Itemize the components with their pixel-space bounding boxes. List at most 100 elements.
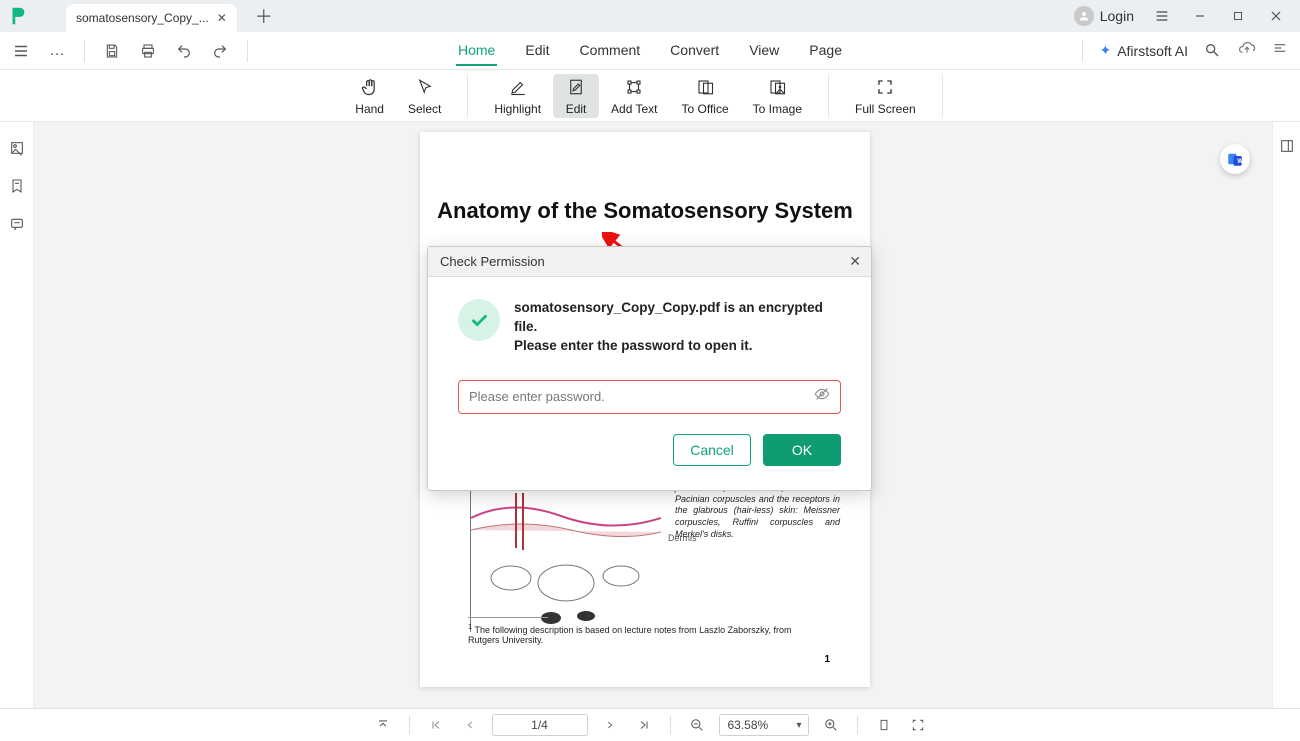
tool-highlight-label: Highlight <box>494 102 541 116</box>
separator <box>84 40 85 62</box>
highlight-icon <box>507 76 529 98</box>
zoom-out-icon[interactable] <box>685 713 709 737</box>
zoom-in-icon[interactable] <box>819 713 843 737</box>
document-footnote: 1 The following description is based on … <box>468 617 822 645</box>
tool-full-screen-label: Full Screen <box>855 102 916 116</box>
prev-page-icon[interactable] <box>458 713 482 737</box>
tool-to-image-label: To Image <box>753 102 802 116</box>
tool-full-screen[interactable]: Full Screen <box>843 74 928 118</box>
password-input[interactable] <box>469 389 814 404</box>
tool-add-text-label: Add Text <box>611 102 657 116</box>
separator <box>942 75 943 117</box>
dialog-close-icon[interactable]: ✕ <box>849 253 861 270</box>
thumbnails-icon[interactable] <box>7 138 27 158</box>
chevron-down-icon: ▾ <box>796 720 801 731</box>
to-office-icon <box>694 76 716 98</box>
dialog-line2: Please enter the password to open it. <box>514 337 841 356</box>
new-tab-button[interactable]: ＋ <box>255 3 273 29</box>
menu-convert[interactable]: Convert <box>668 36 721 66</box>
menu-comment[interactable]: Comment <box>577 36 642 66</box>
statusbar: 1/4 63.58% ▾ <box>0 708 1300 741</box>
app-logo <box>0 0 36 32</box>
scroll-top-icon[interactable] <box>371 713 395 737</box>
tool-hand[interactable]: Hand <box>343 74 396 118</box>
tool-edit-label: Edit <box>566 102 587 116</box>
edit-page-icon <box>565 76 587 98</box>
panel-collapse-icon[interactable] <box>1279 138 1295 159</box>
toggle-password-visibility-icon[interactable] <box>814 386 830 407</box>
convert-to-word-badge[interactable]: W <box>1220 144 1250 174</box>
bookmark-icon[interactable] <box>7 176 27 196</box>
check-permission-dialog: Check Permission ✕ somatosensory_Copy_Co… <box>427 246 872 491</box>
cancel-button[interactable]: Cancel <box>673 434 751 466</box>
footnote-text: The following description is based on le… <box>468 625 792 645</box>
toolbar: Hand Select Highlight Edit Add Text To O… <box>0 70 1300 122</box>
separator <box>828 75 829 117</box>
add-text-icon <box>623 76 645 98</box>
avatar-icon <box>1074 6 1094 26</box>
document-tab[interactable]: somatosensory_Copy_... ✕ <box>66 4 237 32</box>
close-tab-icon[interactable]: ✕ <box>217 11 227 25</box>
document-title: Anatomy of the Somatosensory System <box>420 198 870 224</box>
document-page-number: 1 <box>824 654 830 665</box>
ai-button[interactable]: ✦ Afirstsoft AI <box>1099 42 1188 59</box>
check-icon <box>458 299 500 341</box>
print-icon[interactable] <box>135 38 161 64</box>
zoom-value: 63.58% <box>728 718 769 732</box>
fullscreen-icon <box>874 76 896 98</box>
maximize-icon[interactable] <box>1228 6 1248 26</box>
ok-button[interactable]: OK <box>763 434 841 466</box>
right-rail <box>1272 122 1300 708</box>
login-label: Login <box>1100 8 1134 24</box>
redo-icon[interactable] <box>207 38 233 64</box>
titlebar: somatosensory_Copy_... ✕ ＋ Login <box>0 0 1300 32</box>
save-icon[interactable] <box>99 38 125 64</box>
hamburger-icon[interactable] <box>1152 6 1172 26</box>
zoom-level[interactable]: 63.58% ▾ <box>719 714 809 736</box>
menu-icon[interactable] <box>8 38 34 64</box>
sparkle-icon: ✦ <box>1099 42 1111 59</box>
tool-to-image[interactable]: To Image <box>741 74 814 118</box>
dialog-title: Check Permission <box>440 254 545 269</box>
close-window-icon[interactable] <box>1266 6 1286 26</box>
next-page-icon[interactable] <box>598 713 622 737</box>
undo-icon[interactable] <box>171 38 197 64</box>
tool-to-office-label: To Office <box>682 102 729 116</box>
tool-select-label: Select <box>408 102 441 116</box>
tool-select[interactable]: Select <box>396 74 453 118</box>
tool-to-office[interactable]: To Office <box>670 74 741 118</box>
comments-icon[interactable] <box>7 214 27 234</box>
minimize-icon[interactable] <box>1190 6 1210 26</box>
password-field[interactable] <box>458 380 841 414</box>
more-icon[interactable]: … <box>44 38 70 64</box>
menu-home[interactable]: Home <box>456 36 497 66</box>
cursor-icon <box>414 76 436 98</box>
svg-text:W: W <box>1237 159 1243 165</box>
page-indicator[interactable]: 1/4 <box>492 714 588 736</box>
tool-hand-label: Hand <box>355 102 384 116</box>
left-rail <box>0 122 34 708</box>
menubar: … Home Edit Comment Convert View Page ✦ … <box>0 32 1300 70</box>
cloud-upload-icon[interactable] <box>1238 39 1256 62</box>
ai-label: Afirstsoft AI <box>1117 43 1188 59</box>
to-image-icon <box>766 76 788 98</box>
tool-highlight[interactable]: Highlight <box>482 74 553 118</box>
search-icon[interactable] <box>1204 42 1222 60</box>
last-page-icon[interactable] <box>632 713 656 737</box>
login-button[interactable]: Login <box>1074 6 1134 26</box>
hand-icon <box>359 76 381 98</box>
menu-edit[interactable]: Edit <box>523 36 551 66</box>
fit-width-icon[interactable] <box>906 713 930 737</box>
menu-page[interactable]: Page <box>807 36 844 66</box>
fit-page-icon[interactable] <box>872 713 896 737</box>
separator <box>467 75 468 117</box>
tool-edit[interactable]: Edit <box>553 74 599 118</box>
separator <box>247 40 248 62</box>
settings-lines-icon[interactable] <box>1272 40 1288 61</box>
dialog-line1: somatosensory_Copy_Copy.pdf is an encryp… <box>514 299 841 337</box>
page-indicator-value: 1/4 <box>531 718 548 732</box>
menu-view[interactable]: View <box>747 36 781 66</box>
tool-add-text[interactable]: Add Text <box>599 74 669 118</box>
first-page-icon[interactable] <box>424 713 448 737</box>
dialog-header[interactable]: Check Permission ✕ <box>428 247 871 277</box>
